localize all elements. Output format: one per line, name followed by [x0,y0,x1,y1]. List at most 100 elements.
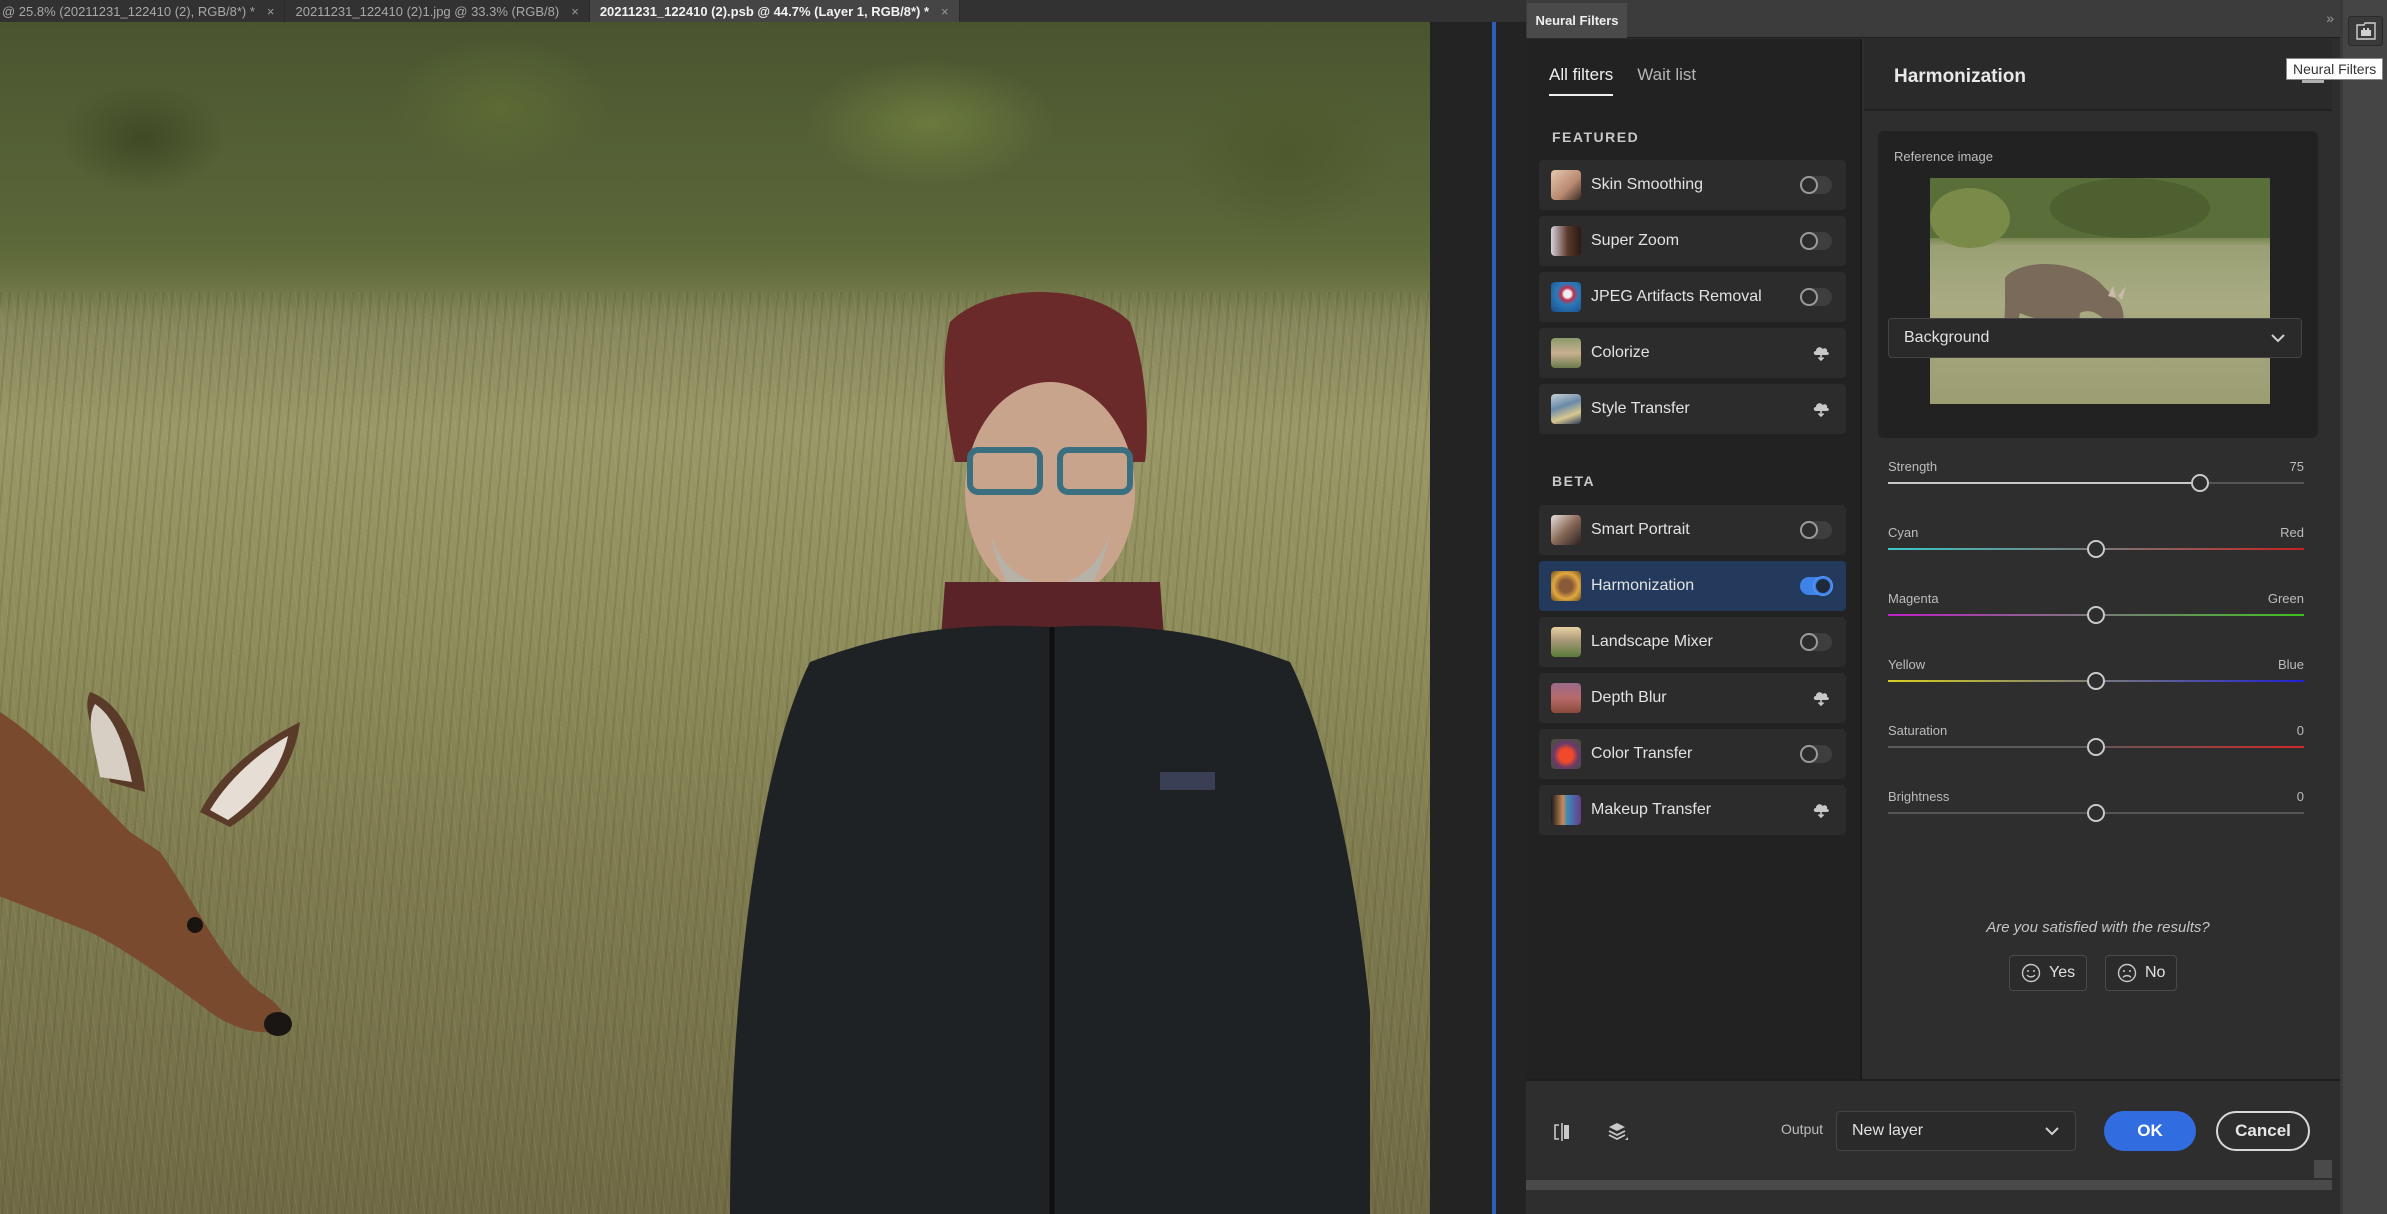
filter-item-makeup-transfer[interactable]: Makeup Transfer [1539,785,1846,835]
filter-toggle[interactable] [1800,288,1832,306]
slider-brightness[interactable]: Brightness 0 [1888,789,2304,829]
filter-item-skin-smoothing[interactable]: Skin Smoothing [1539,160,1846,210]
slider-thumb[interactable] [2087,606,2105,624]
slider-thumb[interactable] [2191,474,2209,492]
panel-tab-bar: Neural Filters » [1526,0,2340,38]
jpeg-artifacts-thumbnail [1551,282,1581,312]
slider-thumb[interactable] [2087,804,2105,822]
filter-item-super-zoom[interactable]: Super Zoom [1539,216,1846,266]
filter-toggle[interactable] [1800,633,1832,651]
slider-cyan[interactable]: Cyan Red [1888,525,2304,565]
cancel-button[interactable]: Cancel [2216,1111,2310,1151]
cloud-download-icon[interactable] [1812,689,1830,707]
tab-all-filters[interactable]: All filters [1549,65,1614,96]
feedback-question: Are you satisfied with the results? [1986,919,2210,936]
filter-settings: Harmonization Reference image Background [1864,39,2332,1079]
close-icon[interactable]: × [267,4,275,19]
photo-person [730,292,1370,1214]
close-icon[interactable]: × [571,4,579,19]
slider-label: Strength [1888,459,1938,474]
document-tab-label: 20211231_122410 (2)1.jpg @ 33.3% (RGB/8) [295,3,560,19]
filter-item-smart-portrait[interactable]: Smart Portrait [1539,505,1846,555]
feedback-yes-button[interactable]: Yes [2009,955,2088,991]
layers-preview-icon[interactable] [1606,1121,1628,1143]
chevron-down-icon [2045,1127,2059,1136]
panel-tab-neural-filters[interactable]: Neural Filters [1527,3,1627,38]
slider-yellow[interactable]: Yellow Blue [1888,657,2304,697]
slider-value-label: Blue [2277,657,2304,672]
filter-item-jpeg-artifacts-removal[interactable]: JPEG Artifacts Removal [1539,272,1846,322]
filter-name: Harmonization [1591,577,1695,594]
filter-toggle[interactable] [1800,521,1832,539]
panel-dock-strip [2340,0,2387,1214]
document-tab-1[interactable]: @ 25.8% (20211231_122410 (2), RGB/8*) * … [0,0,286,22]
filter-item-color-transfer[interactable]: Color Transfer [1539,729,1846,779]
horizontal-scrollbar[interactable] [1526,1180,2332,1190]
neural-filters-dock-button[interactable] [2348,16,2383,46]
collapse-panel-icon[interactable]: » [2326,10,2334,26]
reference-image-box: Reference image Background [1878,131,2318,438]
output-label: Output [1781,1121,1824,1137]
filter-item-harmonization[interactable]: Harmonization [1539,561,1846,611]
filter-tabs: All filters Wait list [1549,65,1696,96]
slider-saturation[interactable]: Saturation 0 [1888,723,2304,763]
filter-item-style-transfer[interactable]: Style Transfer [1539,384,1846,434]
close-icon[interactable]: × [941,4,949,19]
slider-thumb[interactable] [2087,738,2105,756]
slider-label: Brightness [1888,789,1950,804]
filter-name: Depth Blur [1591,689,1667,706]
filter-toggle[interactable] [1800,745,1832,763]
frown-icon [2117,963,2137,983]
filter-item-landscape-mixer[interactable]: Landscape Mixer [1539,617,1846,667]
filter-name: Skin Smoothing [1591,176,1704,193]
slider-track[interactable] [1888,482,2304,484]
ok-button[interactable]: OK [2104,1111,2196,1151]
reference-image[interactable] [1930,178,2270,404]
smile-icon [2021,963,2041,983]
slider-value-label: 0 [2296,789,2304,804]
filter-list: All filters Wait list FEATURED Skin Smoo… [1526,39,1862,1079]
scrollbar-corner[interactable] [2314,1160,2332,1178]
filter-toggle[interactable] [1800,232,1832,250]
filter-name: Color Transfer [1591,745,1693,762]
slider-value-label: Green [2267,591,2304,606]
filter-name: Makeup Transfer [1591,801,1712,818]
slider-value-label: 75 [2289,459,2304,474]
style-transfer-thumbnail [1551,394,1581,424]
skin-smoothing-thumbnail [1551,170,1581,200]
reference-layer-select[interactable]: Background [1888,318,2302,358]
cloud-download-icon[interactable] [1812,400,1830,418]
document-tab-3[interactable]: 20211231_122410 (2).psb @ 44.7% (Layer 1… [589,0,960,22]
yes-label: Yes [2049,964,2076,981]
reference-image-label: Reference image [1894,149,1993,164]
filter-name: Super Zoom [1591,232,1680,249]
slider-thumb[interactable] [2087,540,2105,558]
no-label: No [2145,964,2166,981]
filter-name: Style Transfer [1591,400,1690,417]
slider-strength[interactable]: Strength 75 [1888,459,2304,499]
filter-item-depth-blur[interactable]: Depth Blur [1539,673,1846,723]
compare-before-after-icon[interactable] [1551,1121,1573,1143]
document-tab-2[interactable]: 20211231_122410 (2)1.jpg @ 33.3% (RGB/8)… [285,0,590,22]
output-select[interactable]: New layer [1836,1111,2076,1151]
feedback-no-button[interactable]: No [2105,955,2178,991]
cloud-download-icon[interactable] [1812,801,1830,819]
filter-toggle[interactable] [1800,577,1832,595]
harmonization-thumbnail [1551,571,1581,601]
panel-menu-icon[interactable] [2302,80,2324,83]
filter-toggle[interactable] [1800,176,1832,194]
depth-blur-thumbnail [1551,683,1581,713]
slider-magenta[interactable]: Magenta Green [1888,591,2304,631]
tab-wait-list[interactable]: Wait list [1637,65,1696,96]
reference-deer [1930,178,2270,358]
slider-label: Cyan [1888,525,1919,540]
color-transfer-thumbnail [1551,739,1581,769]
colorize-thumbnail [1551,338,1581,368]
settings-title: Harmonization [1894,66,2026,87]
filter-item-colorize[interactable]: Colorize [1539,328,1846,378]
filter-name: JPEG Artifacts Removal [1591,288,1762,305]
slider-thumb[interactable] [2087,672,2105,690]
canvas-area[interactable] [0,22,1526,1214]
document-image[interactable] [0,22,1430,1214]
cloud-download-icon[interactable] [1812,344,1830,362]
